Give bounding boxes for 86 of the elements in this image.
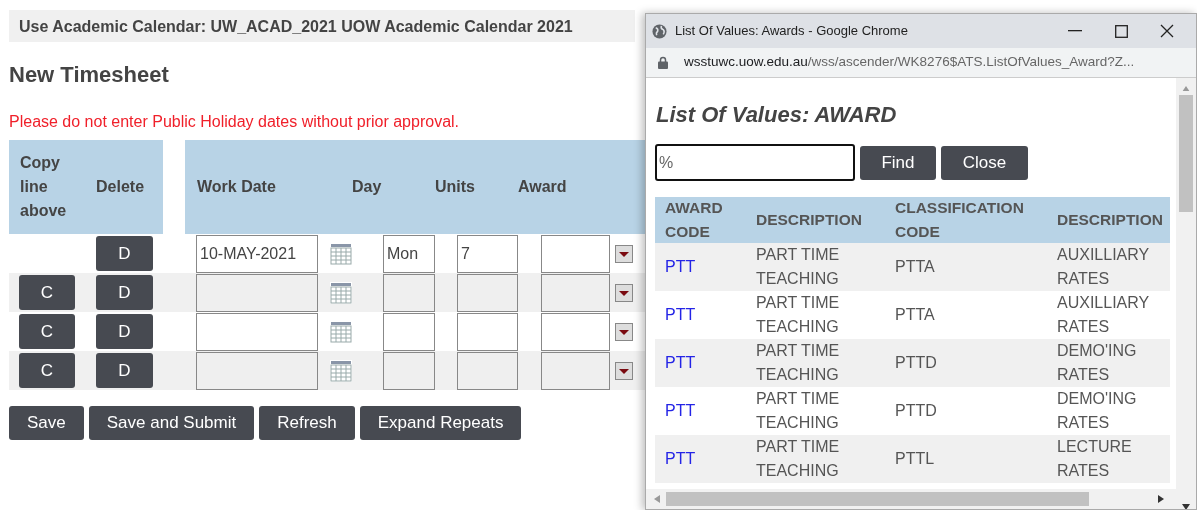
table-cell: PART TIME TEACHING — [746, 435, 885, 483]
column-header: AWARD CODE — [655, 197, 746, 243]
calendar-icon[interactable] — [330, 359, 352, 382]
day-field[interactable] — [383, 312, 435, 351]
copy-button[interactable]: C — [19, 353, 75, 388]
date-field[interactable]: 10-MAY-2021 — [196, 234, 318, 273]
table-cell: LECTURE RATES — [1047, 435, 1170, 483]
page-heading: New Timesheet — [9, 62, 169, 89]
column-header: Delete — [95, 177, 146, 197]
units-field[interactable] — [457, 312, 518, 351]
table-cell-text: AUXILLIARY RATES — [1056, 293, 1150, 337]
award-code-link[interactable]: PTT — [665, 447, 696, 471]
delete-button[interactable]: D — [96, 353, 153, 388]
close-button[interactable]: Close — [941, 145, 1028, 180]
day-field[interactable] — [383, 273, 435, 312]
globe-icon — [652, 23, 667, 39]
action-button[interactable]: Expand Repeats — [359, 406, 522, 440]
action-button[interactable]: Save — [9, 406, 84, 440]
date-field[interactable] — [196, 273, 318, 312]
date-field[interactable] — [196, 351, 318, 390]
popup-heading: List Of Values: AWARD — [656, 101, 898, 128]
delete-button[interactable]: D — [96, 314, 153, 349]
table-cell: PTTD — [885, 339, 1047, 387]
table-cell-text: PART TIME TEACHING — [755, 293, 841, 337]
scroll-down-icon — [1182, 503, 1191, 509]
minimize-icon — [1068, 30, 1082, 32]
table-cell-text: PART TIME TEACHING — [755, 389, 841, 433]
table-cell: PART TIME TEACHING — [746, 339, 885, 387]
table-cell: PTTL — [885, 435, 1047, 483]
action-button[interactable]: Save and Submit — [88, 406, 255, 440]
calendar-icon[interactable] — [330, 281, 352, 304]
table-cell: PART TIME TEACHING — [746, 243, 885, 291]
scrollbar-thumb[interactable] — [1179, 95, 1194, 212]
vertical-scrollbar[interactable] — [1176, 78, 1196, 509]
maximize-icon — [1114, 24, 1128, 38]
horizontal-scrollbar[interactable] — [646, 489, 1177, 509]
column-header: Units — [435, 177, 476, 197]
dropdown-icon[interactable] — [615, 283, 633, 302]
table-cell: PTTA — [885, 243, 1047, 291]
day-field[interactable]: Mon — [383, 234, 435, 273]
column-header: CLASSIFICATION CODE — [885, 197, 1047, 243]
day-field[interactable] — [383, 351, 435, 390]
award-field[interactable] — [541, 234, 610, 273]
date-field[interactable] — [196, 312, 318, 351]
scrollbar-thumb[interactable] — [666, 492, 1089, 506]
calendar-icon[interactable] — [330, 242, 352, 265]
table-cell-text: PTTD — [894, 401, 938, 421]
award-code-link[interactable]: PTT — [665, 303, 696, 327]
table-cell: AUXILLIARY RATES — [1047, 243, 1170, 291]
delete-button[interactable]: D — [96, 236, 153, 271]
lock-icon — [658, 56, 668, 69]
column-header: Day — [352, 177, 383, 197]
scroll-up-icon — [1182, 86, 1191, 92]
delete-button[interactable]: D — [96, 275, 153, 310]
table-cell-text: PTTA — [894, 305, 936, 325]
award-field[interactable] — [541, 273, 610, 312]
award-field[interactable] — [541, 312, 610, 351]
column-header: DESCRIPTION — [1047, 197, 1170, 243]
table-cell-text: DEMO'ING RATES — [1056, 389, 1138, 433]
calendar-icon[interactable] — [330, 320, 352, 343]
award-code-link[interactable]: PTT — [665, 399, 696, 423]
copy-button[interactable]: C — [19, 314, 75, 349]
scroll-left-icon — [654, 495, 660, 503]
award-field[interactable] — [541, 351, 610, 390]
column-header: Copy line above — [19, 153, 68, 221]
award-code-link[interactable]: PTT — [665, 351, 696, 375]
dropdown-icon[interactable] — [615, 361, 633, 380]
dropdown-icon[interactable] — [615, 244, 633, 263]
units-field[interactable] — [457, 351, 518, 390]
action-button[interactable]: Refresh — [259, 406, 355, 440]
window-title: List Of Values: Awards - Google Chrome — [675, 22, 909, 41]
table-cell: DEMO'ING RATES — [1047, 339, 1170, 387]
close-icon — [1160, 24, 1174, 38]
find-button[interactable]: Find — [860, 145, 936, 180]
column-header: Award — [518, 177, 568, 197]
search-field[interactable]: % — [655, 144, 855, 181]
calendar-banner: Use Academic Calendar: UW_ACAD_2021 UOW Academic Calendar 2021 — [9, 10, 635, 42]
dropdown-icon[interactable] — [615, 322, 633, 341]
warning-message: Please do not enter Public Holiday dates without prior approval. — [9, 112, 461, 132]
copy-button[interactable]: C — [19, 275, 75, 310]
column-header: DESCRIPTION — [746, 197, 885, 243]
column-header: Work Date — [196, 177, 277, 197]
scroll-right-icon — [1158, 495, 1164, 503]
award-code-link[interactable]: PTT — [665, 255, 696, 279]
units-field[interactable] — [457, 273, 518, 312]
units-field[interactable]: 7 — [457, 234, 518, 273]
